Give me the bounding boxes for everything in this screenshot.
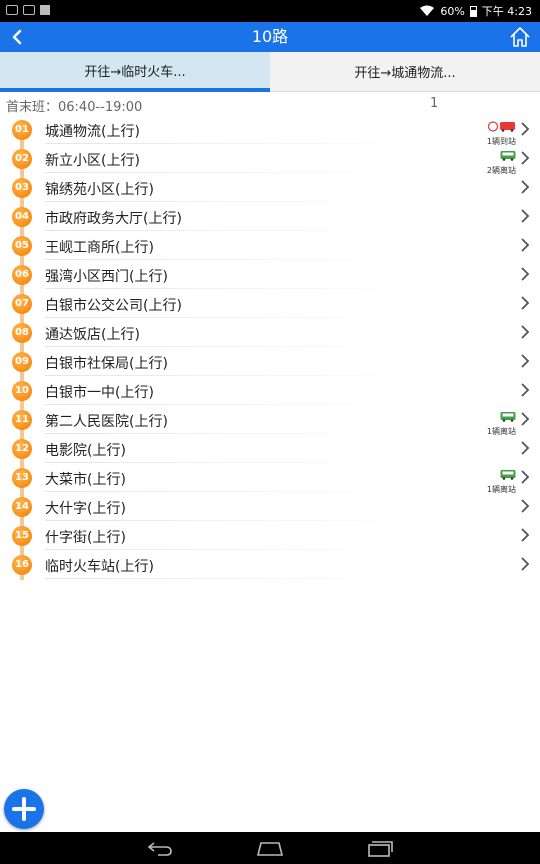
chevron-right-icon [521,441,530,455]
stop-row[interactable]: 01 城通物流(上行) 1辆到站 [0,115,540,146]
stop-number-badge: 13 [12,468,32,488]
stop-number-badge: 04 [12,207,32,227]
stop-row[interactable]: 08 通达饭店(上行) [0,318,540,347]
notification-icon [6,5,18,15]
bus-icon [500,412,516,422]
stop-name: 王岘工商所(上行) [45,240,154,256]
stop-row[interactable]: 11 第二人民医院(上行) 1辆离站 [0,405,540,436]
status-right: 60% 下午 4:23 [419,0,532,22]
stop-number-badge: 16 [12,555,32,575]
stop-number-badge: 03 [12,178,32,198]
battery-icon [469,5,477,17]
direction-tabs: 开往→临时火车... 开往→城通物流... [0,52,540,92]
chevron-right-icon [521,209,530,223]
add-button[interactable] [4,789,44,829]
stop-row[interactable]: 12 电影院(上行) [0,434,540,463]
stop-row[interactable]: 09 白银市社保局(上行) [0,347,540,376]
bus-status: 2辆离站 [476,146,516,175]
stop-name: 电影院(上行) [45,443,126,459]
stop-number-badge: 02 [12,149,32,169]
stop-name: 市政府政务大厅(上行) [45,211,182,227]
stop-number-badge: 10 [12,381,32,401]
chevron-right-icon [521,325,530,339]
chevron-right-icon [521,470,530,484]
notification-icons [6,5,50,15]
status-bar: 60% 下午 4:23 [0,0,540,22]
stop-number-badge: 06 [12,265,32,285]
app-bar: 10路 [0,22,540,52]
chevron-right-icon [521,557,530,571]
home-icon[interactable] [256,839,284,857]
stop-number-badge: 14 [12,497,32,517]
back-icon[interactable] [146,839,174,857]
bus-status: 1辆离站 [476,465,516,494]
recents-icon[interactable] [366,839,394,857]
stop-number-badge: 15 [12,526,32,546]
chevron-right-icon [521,412,530,426]
home-icon[interactable] [508,25,532,49]
stop-number-badge: 01 [12,120,32,140]
stop-row[interactable]: 02 新立小区(上行) 2辆离站 [0,144,540,175]
chevron-right-icon [521,528,530,542]
page-title: 10路 [251,27,289,46]
notification-icon [40,5,50,15]
stop-row[interactable]: 15 什字街(上行) [0,521,540,550]
chevron-right-icon [521,296,530,310]
schedule-info: 首末班：06:40--19:00 1 [6,96,526,115]
stop-row[interactable]: 04 市政府政务大厅(上行) [0,202,540,231]
stop-name: 大什字(上行) [45,501,126,517]
stop-row[interactable]: 06 强湾小区西门(上行) [0,260,540,289]
stop-name: 新立小区(上行) [45,153,140,169]
stop-number-badge: 08 [12,323,32,343]
tab-direction-2[interactable]: 开往→城通物流... [270,52,540,92]
stop-name: 锦绣苑小区(上行) [45,182,154,198]
system-nav-bar [0,832,540,864]
stop-name: 白银市一中(上行) [45,385,154,401]
stop-row[interactable]: 14 大什字(上行) [0,492,540,521]
stop-name: 第二人民医院(上行) [45,414,168,430]
chevron-right-icon [521,499,530,513]
chevron-right-icon [521,267,530,281]
stop-number-badge: 11 [12,410,32,430]
stop-number-badge: 07 [12,294,32,314]
stop-row[interactable]: 13 大菜市(上行) 1辆离站 [0,463,540,494]
bus-status: 1辆到站 [476,117,516,146]
stop-row[interactable]: 07 白银市公交公司(上行) [0,289,540,318]
wifi-icon [420,5,435,16]
stop-name: 什字街(上行) [45,530,126,546]
battery-percent: 60% [440,4,465,18]
stop-name: 通达饭店(上行) [45,327,140,343]
stop-number-badge: 12 [12,439,32,459]
stop-row[interactable]: 10 白银市一中(上行) [0,376,540,405]
row-divider [45,578,405,579]
chevron-right-icon [521,180,530,194]
stop-row[interactable]: 03 锦绣苑小区(上行) [0,173,540,202]
bus-icon [500,470,516,480]
stop-name: 强湾小区西门(上行) [45,269,168,285]
stop-name: 大菜市(上行) [45,472,126,488]
bus-status: 1辆离站 [476,407,516,436]
clock: 下午 4:23 [481,5,532,18]
stop-name: 临时火车站(上行) [45,559,154,575]
stop-name: 城通物流(上行) [45,124,140,140]
plus-icon [12,797,36,821]
chevron-right-icon [521,151,530,165]
notification-icon [23,5,35,15]
schedule-text: 首末班：06:40--19:00 [6,100,143,115]
chevron-right-icon [521,354,530,368]
bus-icon [500,151,516,161]
stop-list: 01 城通物流(上行) 1辆到站 02 新立小区(上行) 2辆离站 03 锦绣苑小区(上行) 0… [0,115,540,579]
stop-name: 白银市社保局(上行) [45,356,168,372]
stop-row[interactable]: 16 临时火车站(上行) [0,550,540,579]
bus-count: 1 [430,96,439,111]
bus-icon [488,121,515,132]
stop-row[interactable]: 05 王岘工商所(上行) [0,231,540,260]
stop-name: 白银市公交公司(上行) [45,298,182,314]
stop-number-badge: 05 [12,236,32,256]
stop-number-badge: 09 [12,352,32,372]
tab-direction-1[interactable]: 开往→临时火车... [0,52,270,92]
chevron-right-icon [521,383,530,397]
chevron-right-icon [521,122,530,136]
chevron-right-icon [521,238,530,252]
